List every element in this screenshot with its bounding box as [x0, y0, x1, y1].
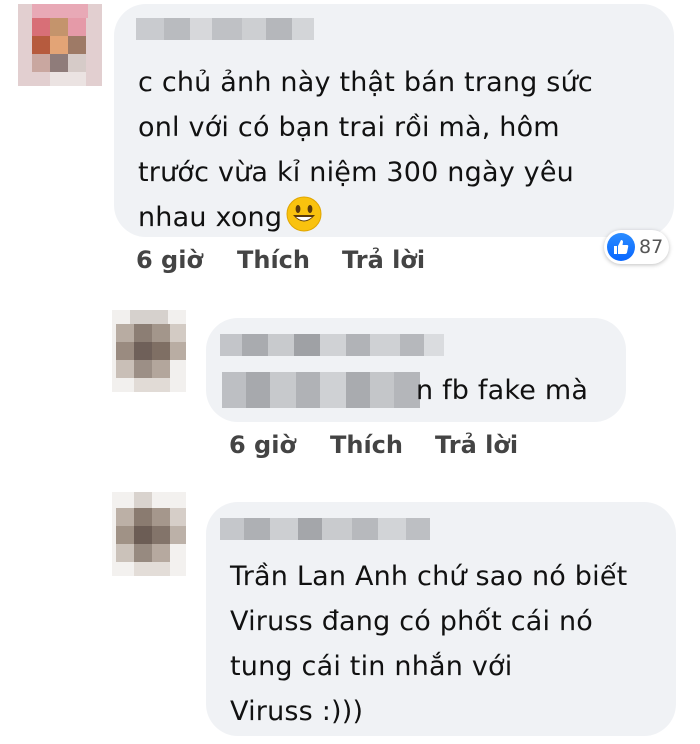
reply-text: n fb fake mà	[416, 375, 589, 406]
reaction-badge[interactable]: 87	[604, 230, 670, 264]
like-button[interactable]: Thích	[237, 246, 310, 274]
reply-bubble: Trần Lan Anh chứ sao nó biết Viruss đang…	[206, 502, 676, 736]
like-thumb-icon	[607, 233, 635, 261]
timestamp[interactable]: 6 giờ	[136, 246, 203, 274]
timestamp[interactable]: 6 giờ	[229, 431, 296, 459]
reply-text: Trần Lan Anh chứ sao nó biết Viruss đang…	[230, 561, 628, 727]
commenter-name[interactable]	[220, 334, 444, 356]
comment-bubble: c chủ ảnh này thật bán trang sức onl với…	[114, 4, 674, 264]
reply-button[interactable]: Trả lời	[435, 431, 518, 459]
commenter-name[interactable]	[220, 518, 430, 540]
reply-bubble: n fb fake mà	[206, 318, 626, 422]
comment-text: c chủ ảnh này thật bán trang sức onl với…	[138, 67, 593, 233]
avatar[interactable]	[112, 492, 186, 576]
avatar[interactable]	[18, 4, 102, 86]
commenter-name[interactable]	[136, 18, 314, 40]
like-button[interactable]: Thích	[330, 431, 403, 459]
reaction-count: 87	[639, 236, 664, 258]
blurred-text	[222, 372, 420, 408]
reply-button[interactable]: Trả lời	[342, 246, 425, 274]
avatar[interactable]	[112, 310, 186, 392]
smiling-face-icon	[286, 196, 322, 232]
